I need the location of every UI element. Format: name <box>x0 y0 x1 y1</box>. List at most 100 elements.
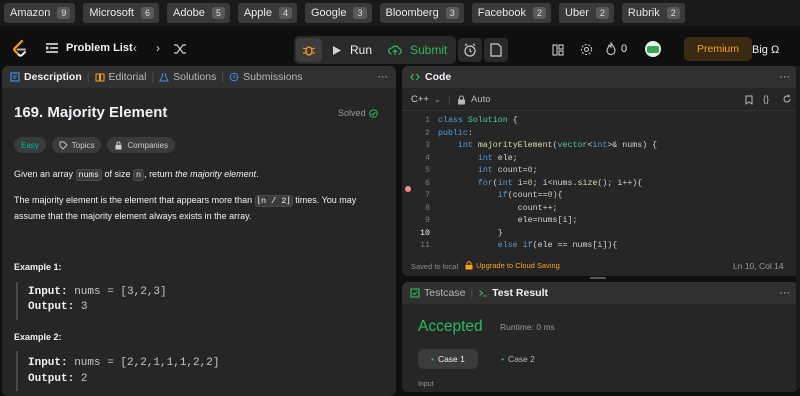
result-more-icon[interactable]: ⋯ <box>780 287 791 299</box>
company-tag[interactable]: Uber 2 <box>559 3 614 23</box>
code-line: ele=nums[i]; <box>517 216 578 225</box>
company-tag-name: Google <box>311 7 347 19</box>
language-select[interactable]: C++ ⌄ <box>411 94 441 105</box>
code-more-icon[interactable]: ⋯ <box>780 71 791 83</box>
company-tag[interactable]: Facebook 2 <box>471 3 552 23</box>
tab-submissions[interactable]: Submissions <box>229 71 303 83</box>
company-tag-count: 2 <box>533 7 547 19</box>
checkbox-icon <box>410 288 420 298</box>
difficulty-badge: Easy <box>14 137 46 153</box>
debugger-button[interactable] <box>296 38 322 62</box>
company-tag-count: 6 <box>141 7 155 19</box>
company-tag[interactable]: Google 3 <box>305 3 372 23</box>
tab-test-result[interactable]: Test Result <box>478 287 548 299</box>
layout-icon[interactable] <box>552 44 564 56</box>
case-1-button[interactable]: • Case 1 <box>418 349 478 369</box>
company-tag-name: Bloomberg <box>385 7 439 19</box>
problem-list-label: Problem List <box>66 42 133 54</box>
line-number: 9 <box>425 216 430 225</box>
next-problem-icon[interactable]: › <box>156 41 160 55</box>
tab-solutions[interactable]: Solutions <box>159 71 216 83</box>
company-tag[interactable]: Amazon 9 <box>4 3 76 23</box>
code-line: int count=0; <box>477 166 538 175</box>
auto-mode[interactable]: Auto <box>457 94 491 105</box>
example-2-block: Input: nums = [2,2,1,1,1,2,2] Output: 2 <box>28 357 220 385</box>
braces-icon[interactable]: {} <box>763 94 769 104</box>
line-number: 11 <box>420 241 430 250</box>
company-tag-count: 3 <box>445 7 459 19</box>
company-tag-count: 2 <box>595 7 609 19</box>
lock-icon <box>465 261 473 270</box>
scrollbar[interactable] <box>796 66 800 388</box>
gear-icon[interactable] <box>580 43 593 56</box>
tab-editorial[interactable]: Editorial <box>95 71 146 83</box>
reset-icon[interactable] <box>782 94 792 104</box>
company-tag-name: Microsoft <box>89 7 134 19</box>
solved-status: Solved <box>338 108 378 118</box>
code-line: else if(ele == nums[i]){ <box>497 241 618 250</box>
timer-button[interactable] <box>458 38 482 62</box>
code-line: public: <box>438 128 473 138</box>
problem-list-button[interactable]: Problem List <box>44 40 133 56</box>
topics-button[interactable]: Topics <box>51 137 102 153</box>
code-line: count++; <box>517 203 558 213</box>
leetcode-logo-icon[interactable] <box>11 39 29 59</box>
submit-button[interactable]: Submit <box>382 38 453 62</box>
bookmark-icon[interactable] <box>745 95 753 105</box>
history-icon <box>229 72 239 82</box>
vertical-splitter[interactable] <box>398 66 400 388</box>
note-icon <box>490 43 502 57</box>
company-tag[interactable]: Adobe 5 <box>167 3 230 23</box>
play-icon <box>333 45 341 55</box>
cloud-upload-icon <box>388 45 402 55</box>
input-label: Input <box>418 381 434 388</box>
horizontal-splitter[interactable] <box>590 277 606 279</box>
line-number: 5 <box>425 166 430 175</box>
companies-button[interactable]: Companies <box>107 137 175 153</box>
chevron-down-icon: ⌄ <box>433 95 441 104</box>
line-number: 6 <box>425 178 430 188</box>
bug-icon <box>302 46 316 56</box>
streak-counter[interactable]: 0 <box>606 42 627 55</box>
line-number: 2 <box>425 128 430 138</box>
example-2-bar <box>16 351 18 391</box>
line-number: 1 <box>425 116 430 125</box>
company-tag-count: 5 <box>211 7 225 19</box>
description-panel: Description | Editorial | Solutions | Su… <box>2 66 396 396</box>
line-number: 4 <box>425 153 430 163</box>
avatar[interactable] <box>645 41 661 57</box>
code-line: for(int i=0; i<nums.size(); i++){ <box>477 178 643 188</box>
user-name[interactable]: Big Ω <box>752 44 779 56</box>
company-tag[interactable]: Bloomberg 3 <box>379 3 464 23</box>
company-tag[interactable]: Apple 4 <box>237 3 297 23</box>
more-options-icon[interactable]: ⋯ <box>378 71 389 83</box>
case-2-button[interactable]: • Case 2 <box>488 349 548 369</box>
prev-problem-icon[interactable]: ‹ <box>133 41 137 55</box>
company-tag[interactable]: Microsoft 6 <box>83 3 160 23</box>
streak-count: 0 <box>621 42 628 55</box>
company-tag[interactable]: Rubrik 2 <box>621 3 685 23</box>
premium-button[interactable]: Premium <box>684 37 752 61</box>
premium-label: Premium <box>696 43 739 55</box>
accepted-status: Accepted <box>418 318 483 335</box>
example-2-title: Example 2: <box>14 332 62 342</box>
code-editor[interactable]: 1 2 3 4 5 6 7 8 9 10 11 12 class Solutio… <box>402 116 798 263</box>
run-button[interactable]: Run <box>326 38 378 62</box>
runtime-label: Runtime: 0 ms <box>500 322 555 332</box>
check-circle-icon <box>368 108 378 118</box>
company-tag-count: 9 <box>57 7 71 19</box>
company-tag-count: 4 <box>278 7 292 19</box>
saved-status: Saved to local <box>411 262 459 271</box>
upgrade-link[interactable]: Upgrade to Cloud Saving <box>465 261 560 270</box>
tab-testcase[interactable]: Testcase <box>410 287 465 299</box>
submit-label: Submit <box>410 43 448 57</box>
top-nav: Problem List ‹ › Run Submit 0 Premium Bi… <box>0 32 800 68</box>
shuffle-icon[interactable] <box>173 43 187 55</box>
example-1-title: Example 1: <box>14 262 62 272</box>
notes-button[interactable] <box>484 38 508 62</box>
list-icon <box>45 43 58 53</box>
fire-icon <box>606 42 616 55</box>
tab-description[interactable]: Description <box>10 71 82 83</box>
problem-tags: Easy Topics Companies <box>14 137 175 153</box>
code-header: Code ⋯ <box>402 66 798 88</box>
